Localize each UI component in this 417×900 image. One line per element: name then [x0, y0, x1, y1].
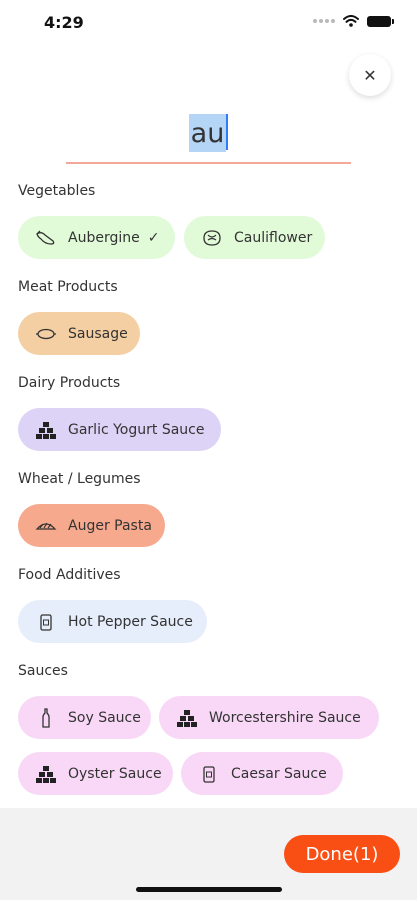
section-title-wheat: Wheat / Legumes [18, 471, 141, 487]
close-button[interactable]: ✕ [349, 54, 391, 96]
wifi-icon [343, 15, 359, 27]
chip-aubergine[interactable]: Aubergine ✓ [18, 216, 175, 259]
chip-label: Oyster Sauce [68, 765, 162, 782]
status-icons [313, 15, 394, 27]
chip-label: Caesar Sauce [231, 765, 327, 782]
chip-label: Sausage [68, 325, 128, 342]
aubergine-icon [34, 228, 58, 248]
status-bar: 4:29 [0, 0, 417, 46]
close-icon: ✕ [363, 65, 377, 85]
chip-worcestershire-sauce[interactable]: Worcestershire Sauce [159, 696, 379, 739]
boxes-icon [34, 420, 58, 440]
done-button[interactable]: Done(1) [284, 835, 400, 873]
section-title-vegetables: Vegetables [18, 183, 96, 199]
signal-icon [313, 19, 335, 23]
chip-label: Auger Pasta [68, 517, 152, 534]
chip-cauliflower[interactable]: Cauliflower [184, 216, 325, 259]
section-title-meat: Meat Products [18, 279, 118, 295]
chip-label: Hot Pepper Sauce [68, 613, 193, 630]
text-caret [226, 114, 229, 150]
sausage-icon [34, 324, 58, 344]
chip-label: Soy Sauce [68, 709, 141, 726]
chip-oyster-sauce[interactable]: Oyster Sauce [18, 752, 173, 795]
cauliflower-icon [200, 228, 224, 248]
chip-garlic-yogurt-sauce[interactable]: Garlic Yogurt Sauce [18, 408, 221, 451]
check-icon: ✓ [147, 229, 160, 246]
home-indicator[interactable] [136, 887, 282, 892]
search-input[interactable]: au [66, 110, 351, 164]
chip-label: Garlic Yogurt Sauce [68, 421, 205, 438]
chip-sausage[interactable]: Sausage [18, 312, 140, 355]
chip-auger-pasta[interactable]: Auger Pasta [18, 504, 165, 547]
bottle-icon [34, 707, 58, 728]
boxes-icon [175, 708, 199, 728]
chip-caesar-sauce[interactable]: Caesar Sauce [181, 752, 343, 795]
pasta-icon [34, 516, 58, 536]
section-title-sauces: Sauces [18, 663, 68, 679]
section-title-dairy: Dairy Products [18, 375, 121, 391]
chip-label: Cauliflower [234, 229, 313, 246]
status-time: 4:29 [44, 13, 84, 32]
search-input-value: au [188, 114, 227, 152]
chip-soy-sauce[interactable]: Soy Sauce [18, 696, 151, 739]
jar-icon [197, 764, 221, 784]
jar-icon [34, 612, 58, 632]
boxes-icon [34, 764, 58, 784]
chip-label: Worcestershire Sauce [209, 709, 361, 726]
chip-label: Aubergine [68, 229, 140, 246]
section-title-additives: Food Additives [18, 567, 121, 583]
chip-hot-pepper-sauce[interactable]: Hot Pepper Sauce [18, 600, 207, 643]
battery-icon [367, 15, 394, 27]
